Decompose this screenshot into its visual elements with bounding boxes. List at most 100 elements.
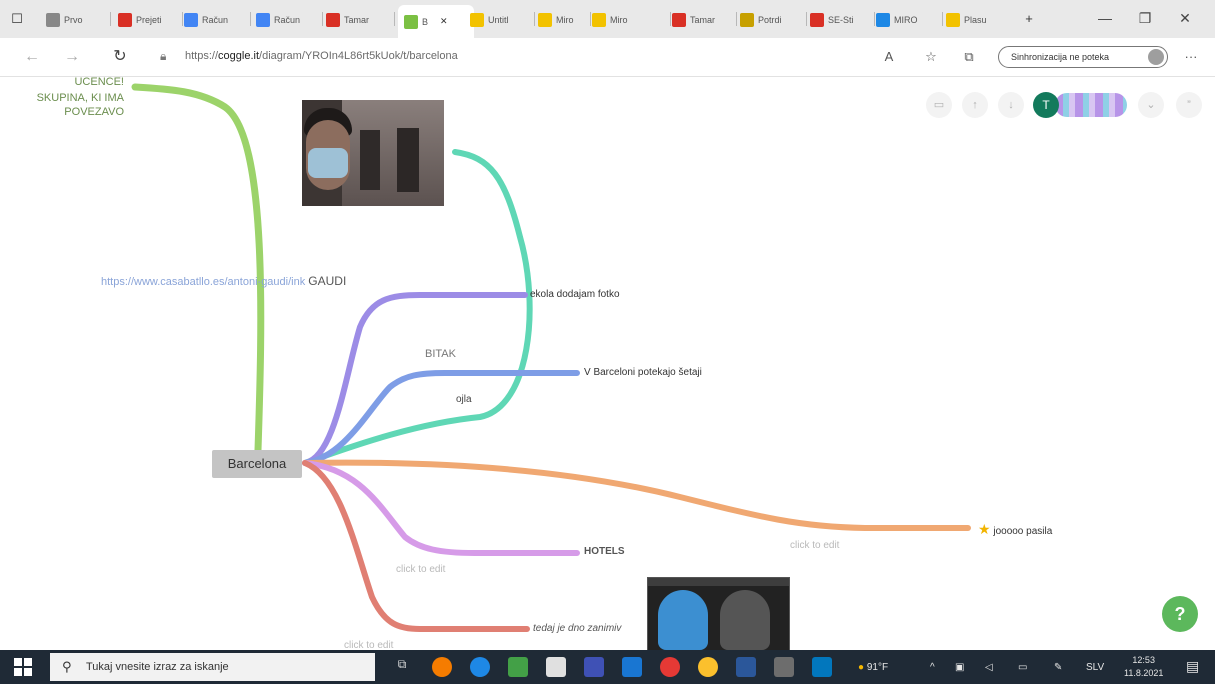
browser-tab-label: Račun: [202, 15, 229, 25]
browser-tab-2[interactable]: Prejeti: [118, 8, 178, 32]
minimize-button[interactable]: —: [1090, 8, 1120, 28]
browser-tab-12[interactable]: SE-Sti: [810, 8, 870, 32]
node-ekola[interactable]: ekola dodajam fotko: [530, 289, 620, 300]
link-text[interactable]: https://www.casabatllo.es/antoni-gaudi/i…: [101, 276, 305, 288]
chrome-icon[interactable]: [698, 657, 718, 677]
mindmap-branches: [131, 83, 971, 632]
browser-tab-label: Tamar: [690, 15, 716, 25]
comment-icon[interactable]: ▭: [926, 92, 952, 118]
browser-tab-label: Prvo: [64, 15, 83, 25]
browser-tab-7[interactable]: Untitl: [470, 8, 530, 32]
star-icon: [740, 13, 754, 27]
close-window-button[interactable]: ✕: [1170, 8, 1200, 28]
click-to-edit-pink[interactable]: click to edit: [396, 564, 445, 575]
reload-icon[interactable]: ↻: [110, 47, 130, 67]
link-node[interactable]: https://www.casabatllo.es/antoni-gaudi/i…: [101, 274, 346, 288]
browser-tab-label: Potrdi: [758, 15, 782, 25]
browser-tab-10[interactable]: Tamar: [672, 8, 732, 32]
node-star[interactable]: ★ jooooo pasila: [978, 521, 1052, 538]
windows-start-icon[interactable]: [14, 658, 32, 676]
clock-date: 11.8.2021: [1124, 668, 1164, 678]
coggle-icon: [404, 14, 418, 29]
url-field[interactable]: https://coggle.it/diagram/YROIn4L86rt5kU…: [185, 50, 458, 62]
tab-separator: [182, 12, 183, 26]
language-indicator[interactable]: SLV: [1086, 662, 1104, 673]
edge-icon[interactable]: [470, 657, 490, 677]
click-to-edit-orange[interactable]: click to edit: [790, 540, 839, 551]
forward-icon[interactable]: →: [62, 47, 82, 67]
sync-button[interactable]: Sinhronizacija ne poteka: [998, 46, 1168, 68]
node-tedaj[interactable]: tedaj je dno zanimiv: [533, 623, 621, 634]
more-options-icon[interactable]: ···: [1182, 48, 1200, 66]
browser-tab-13[interactable]: MIRO: [876, 8, 938, 32]
app-icon-3[interactable]: [812, 657, 832, 677]
app-icon-b[interactable]: [584, 657, 604, 677]
browser-tab-1[interactable]: Prvo: [46, 8, 106, 32]
embedded-image[interactable]: [647, 577, 790, 650]
pen-icon[interactable]: ✎: [1054, 662, 1062, 673]
tab-separator: [250, 12, 251, 26]
browser-tab-6[interactable]: B ✕: [398, 5, 474, 38]
volume-icon[interactable]: ◁: [985, 662, 993, 673]
browser-tab-9[interactable]: Miro: [592, 8, 666, 32]
search-placeholder: Tukaj vnesite izraz za iskanje: [86, 661, 229, 673]
app-icon-2[interactable]: [774, 657, 794, 677]
word-icon[interactable]: [736, 657, 756, 677]
browser-tab-3[interactable]: Račun: [184, 8, 246, 32]
sun-icon: ●: [858, 662, 865, 673]
help-button[interactable]: ?: [1162, 596, 1198, 632]
app-icon-1[interactable]: [508, 657, 528, 677]
restore-button[interactable]: ❐: [1130, 8, 1160, 28]
taskbar-clock[interactable]: 12:53 11.8.2021: [1124, 654, 1163, 680]
click-to-edit-red[interactable]: click to edit: [344, 640, 393, 650]
task-view-icon[interactable]: ⧉: [392, 657, 412, 677]
back-icon[interactable]: ←: [22, 47, 42, 67]
lock-icon[interactable]: 🔒︎: [160, 49, 174, 63]
opera-icon[interactable]: [660, 657, 680, 677]
download-icon[interactable]: ↓: [998, 92, 1024, 118]
search-icon: ⚲: [62, 659, 72, 674]
node-ojla[interactable]: ojla: [456, 394, 472, 405]
collaborator-avatars[interactable]: [1055, 93, 1127, 117]
browser-tab-8[interactable]: Miro: [538, 8, 586, 32]
close-tab-icon[interactable]: ✕: [440, 16, 448, 27]
note-line-2-block[interactable]: SKUPINA, KI IMA POVEZAVO: [8, 91, 124, 119]
note-line-3: POVEZAVO: [64, 106, 124, 118]
chevron-down-icon[interactable]: ⌄: [1138, 92, 1164, 118]
browser-tab-4[interactable]: Račun: [256, 8, 318, 32]
quote-icon[interactable]: ”: [1176, 92, 1202, 118]
tray-chevron-icon[interactable]: ^: [930, 662, 935, 673]
network-icon[interactable]: ▣: [955, 662, 964, 673]
root-node-barcelona[interactable]: Barcelona: [212, 450, 302, 478]
browser-tab-14[interactable]: Plasu: [946, 8, 1006, 32]
tab-separator: [806, 12, 807, 26]
upload-icon[interactable]: ↑: [962, 92, 988, 118]
user-avatar[interactable]: T: [1033, 92, 1059, 118]
weather-widget[interactable]: ● 91°F: [858, 662, 888, 673]
new-tab-button[interactable]: +: [1020, 10, 1038, 28]
google-icon: [256, 13, 270, 27]
note-top-left[interactable]: UČENCE!: [58, 77, 124, 89]
favorite-icon[interactable]: ☆: [922, 48, 940, 66]
collections-icon[interactable]: ⧉: [960, 48, 978, 66]
store-icon[interactable]: [546, 657, 566, 677]
pdf-icon: [810, 13, 824, 27]
tab-separator: [322, 12, 323, 26]
read-aloud-icon[interactable]: A: [880, 48, 898, 66]
browser-tab-5[interactable]: Tamar: [326, 8, 390, 32]
node-barceloni[interactable]: V Barceloni potekajo šetaji: [584, 367, 702, 378]
browser-tab-label: Tamar: [344, 15, 370, 25]
notification-icon[interactable]: ▤: [1186, 658, 1199, 675]
firefox-icon[interactable]: [432, 657, 452, 677]
mindmap-canvas[interactable]: UČENCE! SKUPINA, KI IMA POVEZAVO https:/…: [0, 77, 1215, 650]
browser-tab-label: Račun: [274, 15, 301, 25]
battery-icon[interactable]: ▭: [1018, 662, 1027, 673]
mail-icon[interactable]: [622, 657, 642, 677]
browser-tab-11[interactable]: Potrdi: [740, 8, 802, 32]
webcam-photo[interactable]: [302, 100, 444, 206]
node-hotels[interactable]: HOTELS: [584, 546, 625, 557]
node-bitak[interactable]: BITAK: [425, 348, 456, 360]
taskbar-search[interactable]: ⚲ Tukaj vnesite izraz za iskanje: [50, 653, 375, 681]
tab-actions-icon[interactable]: ☐: [8, 10, 26, 28]
browser-tab-label: Prejeti: [136, 15, 162, 25]
